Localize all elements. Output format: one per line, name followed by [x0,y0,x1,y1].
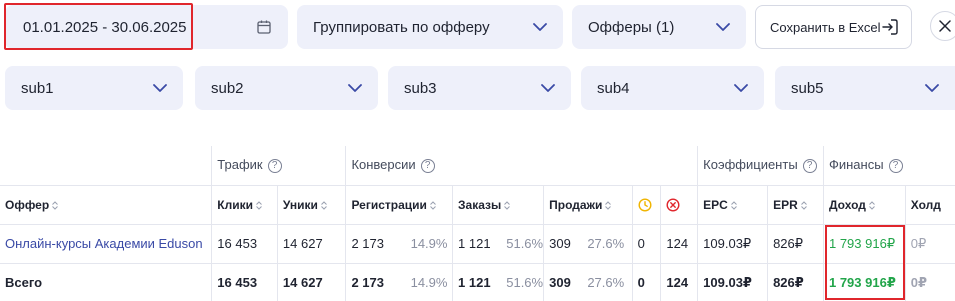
header-clicks[interactable]: Клики [211,185,278,225]
group-finance: Финансы? [822,146,955,186]
help-circle-icon[interactable]: ? [420,159,435,174]
offers-select[interactable]: Офферы (1) [572,5,746,49]
sub4-label: sub4 [597,79,630,97]
total-orders-pct: 51.6% [501,263,544,301]
group-traffic: Трафик? [211,146,346,186]
stats-table: Трафик? Конверсии? Коэффициенты? Финансы… [0,146,955,301]
header-orders[interactable]: Заказы [452,185,544,225]
total-orders: 1 121 [452,263,502,301]
cell-rejected: 124 [660,224,698,264]
header-epc[interactable]: EPC [697,185,768,225]
help-circle-icon[interactable]: ? [267,159,282,174]
total-clicks: 16 453 [211,263,278,301]
header-epr[interactable]: EPR [767,185,824,225]
chevron-down-icon [925,84,939,92]
header-hold[interactable]: Холд [904,185,955,225]
offer-link[interactable]: Онлайн-курсы Академии Eduson [0,224,212,264]
cell-hold: 0₽ [904,224,955,264]
export-icon [882,19,898,35]
header-registrations[interactable]: Регистрации [345,185,453,225]
sort-icon [504,201,511,210]
export-excel-button[interactable]: Сохранить в Excel [755,5,912,49]
sort-icon [605,201,612,210]
sort-icon [256,201,262,210]
total-registrations: 2 173 [345,263,406,301]
sort-icon [321,201,327,210]
sort-icon [869,201,875,210]
cell-income: 1 793 916₽ [822,224,906,264]
header-income[interactable]: Доход [822,185,906,225]
group-conversions: Конверсии? [345,146,698,186]
table-header-row: Оффер Клики Уники Регистрации Заказы Про… [0,185,955,225]
header-uniques[interactable]: Уники [276,185,346,225]
cell-uniques: 14 627 [276,224,346,264]
group-by-select[interactable]: Группировать по офферу [297,5,563,49]
table-row: Онлайн-курсы Академии Eduson 16 453 14 6… [0,224,955,264]
group-empty [0,146,212,186]
cell-pending: 0 [631,224,661,264]
chevron-down-icon [153,84,167,92]
chevron-down-icon [541,84,555,92]
chevron-down-icon [734,84,748,92]
group-coefficients: Коэффициенты? [697,146,824,186]
total-sales-pct: 27.6% [582,263,633,301]
sub4-select[interactable]: sub4 [581,66,764,110]
table-total-row: Всего 16 453 14 627 2 173 14.9% 1 121 51… [0,263,955,301]
sub3-label: sub3 [404,79,437,97]
sub2-select[interactable]: sub2 [195,66,378,110]
sub2-label: sub2 [211,79,244,97]
table-group-header: Трафик? Конверсии? Коэффициенты? Финансы… [0,146,955,186]
date-range-picker[interactable]: 01.01.2025 - 30.06.2025 [5,5,288,49]
close-icon [939,20,951,32]
chevron-down-icon [348,84,362,92]
sub3-select[interactable]: sub3 [388,66,571,110]
cancel-circle-icon [666,198,680,212]
total-epr: 826₽ [767,263,824,301]
total-sales: 309 [543,263,583,301]
help-circle-icon[interactable]: ? [802,159,817,174]
cell-registrations-pct: 14.9% [405,224,453,264]
offers-value: Офферы (1) [588,18,675,36]
total-rejected: 124 [660,263,698,301]
sub1-select[interactable]: sub1 [5,66,183,110]
sub5-label: sub5 [791,79,824,97]
group-by-value: Группировать по офферу [313,18,490,36]
calendar-icon [257,20,271,34]
total-epc: 109.03₽ [697,263,768,301]
sort-icon [430,201,436,210]
header-pending[interactable] [631,185,661,225]
cell-orders-pct: 51.6% [501,224,544,264]
cell-epc: 109.03₽ [697,224,768,264]
cell-sales-pct: 27.6% [582,224,633,264]
cell-registrations: 2 173 [345,224,406,264]
total-hold: 0₽ [904,263,955,301]
header-sales[interactable]: Продажи [543,185,633,225]
total-income: 1 793 916₽ [822,263,906,301]
header-rejected[interactable] [660,185,698,225]
export-excel-label: Сохранить в Excel [770,19,881,35]
clock-icon [638,198,652,212]
date-range-value: 01.01.2025 - 30.06.2025 [23,18,187,36]
chevron-down-icon [716,23,730,31]
chevron-down-icon [533,23,547,31]
sort-icon [730,201,737,210]
sort-icon [800,201,807,210]
sub5-select[interactable]: sub5 [775,66,955,110]
total-label: Всего [0,263,212,301]
cell-orders: 1 121 [452,224,502,264]
cell-clicks: 16 453 [211,224,278,264]
cell-sales: 309 [543,224,583,264]
sort-icon [52,201,59,210]
total-pending: 0 [631,263,661,301]
help-circle-icon[interactable]: ? [888,159,903,174]
header-offer[interactable]: Оффер [0,185,212,225]
sub1-label: sub1 [21,79,54,97]
close-button[interactable] [930,11,955,41]
total-registrations-pct: 14.9% [405,263,453,301]
total-uniques: 14 627 [276,263,346,301]
cell-epr: 826₽ [767,224,824,264]
